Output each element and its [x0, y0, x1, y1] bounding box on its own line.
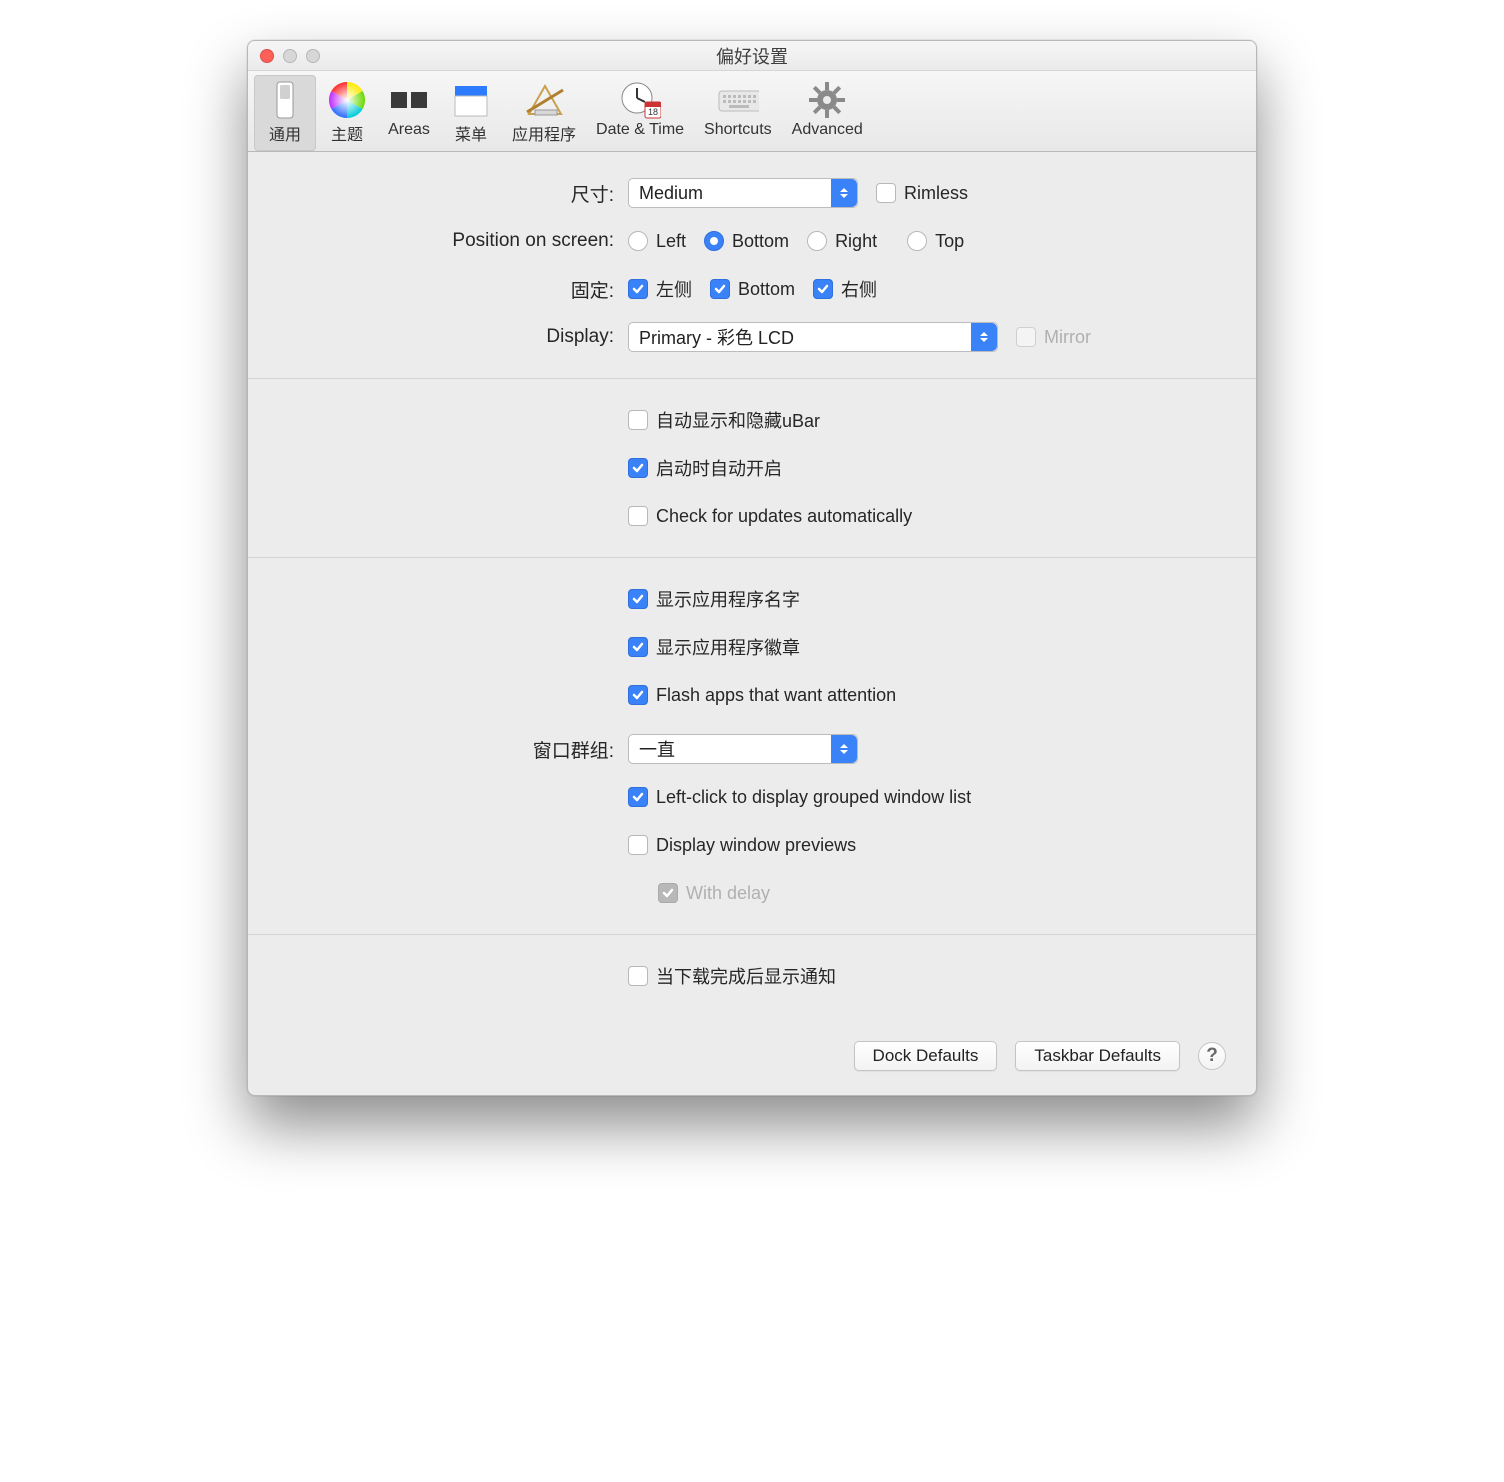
- with-delay-checkbox: With delay: [658, 883, 770, 904]
- rimless-label: Rimless: [904, 183, 968, 204]
- toolbar-datetime[interactable]: 18 Date & Time: [586, 75, 694, 151]
- position-label: Position on screen:: [278, 230, 628, 252]
- toolbar-apps[interactable]: 应用程序: [502, 75, 586, 151]
- toolbar-theme[interactable]: 主题: [316, 75, 378, 151]
- taskbar-defaults-button[interactable]: Taskbar Defaults: [1015, 1041, 1180, 1071]
- apps-icon: [523, 79, 565, 121]
- checkbox-icon: [628, 685, 648, 705]
- chevron-updown-icon: [831, 179, 857, 207]
- toolbar-label: 通用: [269, 121, 301, 145]
- separator: [248, 934, 1256, 935]
- dock-defaults-button[interactable]: Dock Defaults: [854, 1041, 998, 1071]
- content: 尺寸: Medium Rimless Position on screen: L…: [248, 152, 1256, 1017]
- pin-right-checkbox[interactable]: 右侧: [813, 276, 877, 302]
- checkbox-icon: [1016, 327, 1036, 347]
- checkbox-icon: [628, 458, 648, 478]
- position-bottom-radio[interactable]: Bottom: [704, 231, 789, 252]
- switch-icon: [264, 79, 306, 121]
- mirror-label: Mirror: [1044, 327, 1091, 348]
- checkbox-icon: [628, 279, 648, 299]
- pin-bottom-checkbox[interactable]: Bottom: [710, 279, 795, 300]
- checkbox-icon: [628, 637, 648, 657]
- display-label: Display:: [278, 326, 628, 348]
- radio-icon: [907, 231, 927, 251]
- mirror-checkbox: Mirror: [1016, 327, 1091, 348]
- show-names-checkbox[interactable]: 显示应用程序名字: [628, 586, 800, 612]
- launch-checkbox[interactable]: 启动时自动开启: [628, 455, 782, 481]
- flash-checkbox[interactable]: Flash apps that want attention: [628, 685, 896, 706]
- pin-left-checkbox[interactable]: 左侧: [628, 276, 692, 302]
- radio-icon: [704, 231, 724, 251]
- toolbar-areas[interactable]: Areas: [378, 75, 440, 151]
- size-select[interactable]: Medium: [628, 178, 858, 208]
- gear-icon: [806, 79, 848, 121]
- window-groups-label: 窗口群组:: [278, 736, 628, 763]
- separator: [248, 378, 1256, 379]
- svg-text:18: 18: [648, 107, 658, 117]
- checkbox-icon: [628, 966, 648, 986]
- clock-icon: 18: [619, 79, 661, 121]
- toolbar-label: 主题: [331, 121, 363, 145]
- toolbar-label: Shortcuts: [704, 121, 772, 139]
- areas-icon: [388, 79, 430, 121]
- position-top-radio[interactable]: Top: [907, 231, 964, 252]
- checkbox-icon: [876, 183, 896, 203]
- previews-checkbox[interactable]: Display window previews: [628, 835, 856, 856]
- autohide-checkbox[interactable]: 自动显示和隐藏uBar: [628, 407, 820, 433]
- keyboard-icon: [717, 79, 759, 121]
- download-notify-checkbox[interactable]: 当下载完成后显示通知: [628, 963, 836, 989]
- left-click-checkbox[interactable]: Left-click to display grouped window lis…: [628, 787, 971, 808]
- toolbar-label: Areas: [388, 121, 430, 139]
- footer: Dock Defaults Taskbar Defaults ?: [248, 1017, 1256, 1095]
- radio-icon: [628, 231, 648, 251]
- checkbox-icon: [628, 589, 648, 609]
- preferences-window: 偏好设置 通用 主题 Areas 菜单: [247, 40, 1257, 1096]
- position-right-radio[interactable]: Right: [807, 231, 877, 252]
- updates-checkbox[interactable]: Check for updates automatically: [628, 506, 912, 527]
- show-badges-checkbox[interactable]: 显示应用程序徽章: [628, 634, 800, 660]
- display-select[interactable]: Primary - 彩色 LCD: [628, 322, 998, 352]
- titlebar[interactable]: 偏好设置: [248, 41, 1256, 71]
- toolbar-menu[interactable]: 菜单: [440, 75, 502, 151]
- toolbar-label: 菜单: [455, 121, 487, 145]
- size-label: 尺寸:: [278, 180, 628, 207]
- checkbox-icon: [658, 883, 678, 903]
- menu-icon: [450, 79, 492, 121]
- toolbar-general[interactable]: 通用: [254, 75, 316, 151]
- toolbar-shortcuts[interactable]: Shortcuts: [694, 75, 782, 151]
- checkbox-icon: [628, 410, 648, 430]
- toolbar-label: Advanced: [792, 121, 863, 139]
- window-groups-value: 一直: [639, 736, 675, 762]
- checkbox-icon: [628, 787, 648, 807]
- position-left-radio[interactable]: Left: [628, 231, 686, 252]
- size-value: Medium: [639, 183, 703, 204]
- checkbox-icon: [710, 279, 730, 299]
- toolbar-label: Date & Time: [596, 121, 684, 139]
- rimless-checkbox[interactable]: Rimless: [876, 183, 968, 204]
- chevron-updown-icon: [971, 323, 997, 351]
- toolbar: 通用 主题 Areas 菜单 应用程序: [248, 71, 1256, 152]
- window-title: 偏好设置: [248, 43, 1256, 69]
- help-button[interactable]: ?: [1198, 1042, 1226, 1070]
- checkbox-icon: [628, 835, 648, 855]
- chevron-updown-icon: [831, 735, 857, 763]
- separator: [248, 557, 1256, 558]
- window-groups-select[interactable]: 一直: [628, 734, 858, 764]
- checkbox-icon: [813, 279, 833, 299]
- display-value: Primary - 彩色 LCD: [639, 324, 794, 350]
- pinning-label: 固定:: [278, 276, 628, 303]
- radio-icon: [807, 231, 827, 251]
- checkbox-icon: [628, 506, 648, 526]
- toolbar-advanced[interactable]: Advanced: [782, 75, 873, 151]
- colorwheel-icon: [326, 79, 368, 121]
- toolbar-label: 应用程序: [512, 121, 576, 145]
